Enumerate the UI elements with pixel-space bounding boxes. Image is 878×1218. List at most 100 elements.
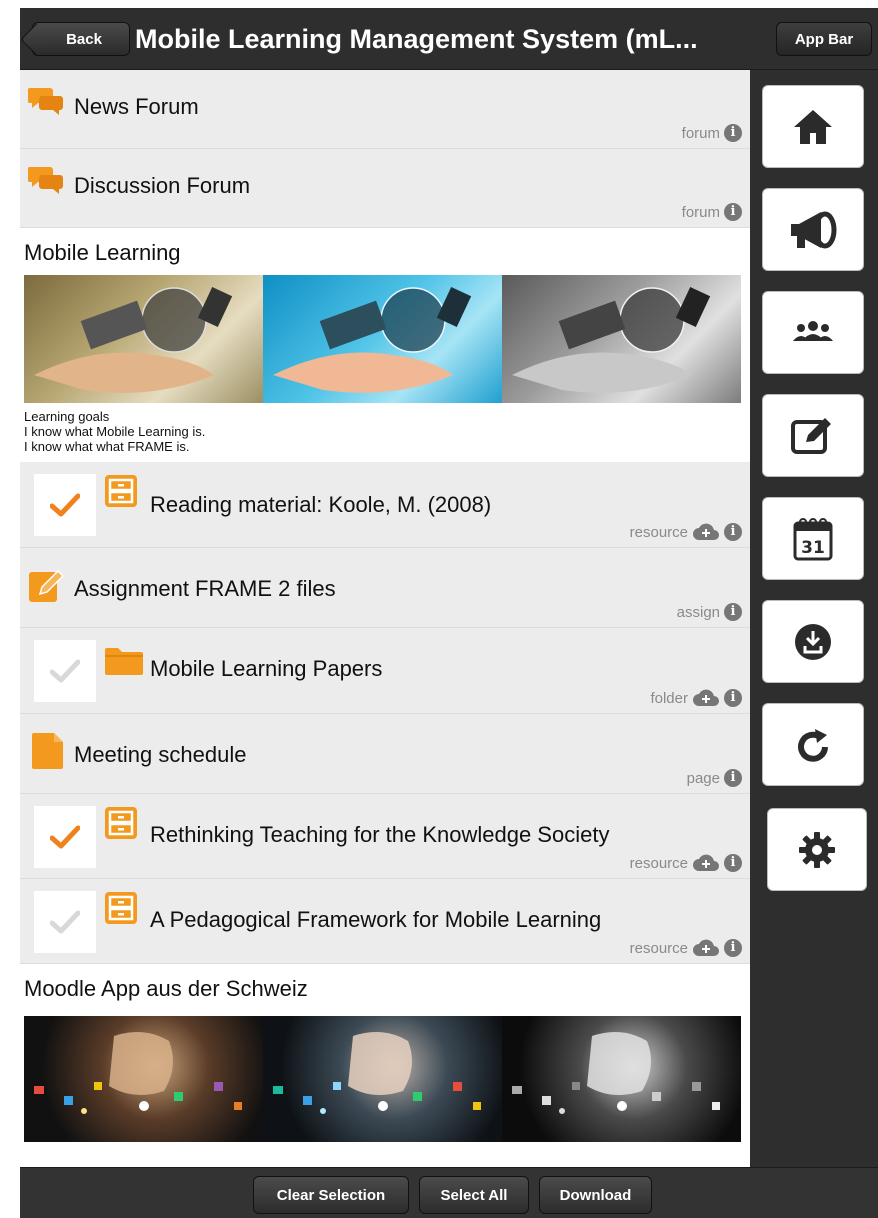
home-button[interactable] [762,85,864,168]
selection-checkbox[interactable] [34,640,96,702]
item-meta: resource i [630,854,742,872]
list-item[interactable]: Assignment FRAME 2 files assign i [20,548,750,628]
section-title: Moodle App aus der Schweiz [20,964,750,1016]
list-item[interactable]: A Pedagogical Framework for Mobile Learn… [20,879,750,964]
list-item[interactable]: Reading material: Koole, M. (2008) resou… [20,462,750,548]
megaphone-icon [791,211,837,248]
module-type-label: forum [681,124,720,142]
page-icon [32,733,63,769]
edit-icon [791,417,831,454]
item-title: Rethinking Teaching for the Knowledge So… [150,822,610,847]
info-icon[interactable]: i [724,769,742,787]
forum-icon [28,167,63,194]
app-bar: 31 [750,70,878,1167]
module-type-label: resource [629,939,688,957]
item-meta: folder i [650,689,742,707]
settings-button[interactable] [767,808,867,891]
announcements-button[interactable] [762,188,864,271]
participants-icon [793,320,833,341]
item-title: Discussion Forum [74,173,251,198]
list-item[interactable]: News Forum forum i [20,70,750,149]
selection-checkbox[interactable] [34,474,96,536]
hand-apps-illustration [34,1032,242,1114]
info-icon[interactable]: i [724,124,742,142]
select-all-button[interactable]: Select All [419,1176,529,1214]
assign-icon [29,569,64,602]
info-icon[interactable]: i [724,203,742,221]
item-meta: resource i [630,939,742,957]
goals-heading: Learning goals [24,409,110,424]
section-banner-image [24,1016,741,1142]
cloud-download-icon[interactable] [692,939,720,957]
info-icon[interactable]: i [724,689,742,707]
back-button-label: Back [66,30,102,48]
clear-selection-button[interactable]: Clear Selection [253,1176,409,1214]
checkmark-icon [50,910,80,934]
refresh-button[interactable] [762,703,864,786]
bottom-toolbar: Clear Selection Select All Download [20,1167,878,1218]
hand-apps-illustration [512,1032,720,1114]
module-type-label: assign [676,603,720,621]
module-type-label: folder [650,689,688,707]
forum-icon [28,88,63,115]
calendar-day: 31 [801,538,825,558]
info-icon[interactable]: i [724,939,742,957]
item-meta: assign i [677,603,742,621]
list-item[interactable]: Discussion Forum forum i [20,149,750,228]
hand-apps-illustration [273,1032,481,1114]
module-type-label: forum [681,203,720,221]
resource-icon [105,892,137,924]
resource-icon [105,807,137,839]
hand-globe-illustration [34,286,233,393]
item-title: News Forum [74,94,199,119]
selection-checkbox[interactable] [34,806,96,868]
settings-icon [799,831,835,868]
item-title: Assignment FRAME 2 files [74,576,336,601]
item-meta: resource i [630,523,742,541]
checkmark-icon [50,659,80,683]
info-icon[interactable]: i [724,603,742,621]
calendar-icon: 31 [793,517,833,560]
edit-button[interactable] [762,394,864,477]
module-type-label: page [686,769,720,787]
item-title: A Pedagogical Framework for Mobile Learn… [150,907,602,932]
item-title: Mobile Learning Papers [150,656,383,681]
item-meta: forum i [682,203,742,221]
download-icon [795,623,831,660]
calendar-button[interactable]: 31 [762,497,864,580]
item-title: Meeting schedule [74,742,247,767]
section-banner-image [24,275,741,403]
home-icon [794,109,832,144]
refresh-icon [798,728,828,762]
checkmark-icon [50,493,80,517]
download-selection-button[interactable]: Download [539,1176,652,1214]
module-type-label: resource [629,523,688,541]
page-title: Mobile Learning Management System (mL... [135,24,698,54]
goal-line: I know what what FRAME is. [24,439,190,454]
info-icon[interactable]: i [724,523,742,541]
back-button[interactable]: Back [32,22,130,56]
banner-panel-gray [502,275,741,403]
top-bar: Back Mobile Learning Management System (… [20,8,878,70]
cloud-download-icon[interactable] [692,689,720,707]
list-item[interactable]: Meeting schedule page i [20,714,750,794]
item-meta: forum i [682,124,742,142]
info-icon[interactable]: i [724,854,742,872]
banner-panel-blue [263,275,502,403]
list-item[interactable]: Rethinking Teaching for the Knowledge So… [20,794,750,879]
resource-icon [105,475,137,507]
folder-icon [105,648,143,675]
download-button[interactable] [762,600,864,683]
app-bar-button[interactable]: App Bar [776,22,872,56]
learning-goals: Learning goals I know what Mobile Learni… [20,403,750,462]
selection-checkbox[interactable] [34,891,96,953]
list-item[interactable]: Mobile Learning Papers folder i [20,628,750,714]
cloud-download-icon[interactable] [692,854,720,872]
goal-line: I know what Mobile Learning is. [24,424,206,439]
hand-globe-illustration [273,286,472,393]
checkmark-icon [50,825,80,849]
banner-panel-warm [24,275,263,403]
cloud-download-icon[interactable] [692,523,720,541]
participants-button[interactable] [762,291,864,374]
banner-panel-gray [502,1016,741,1142]
